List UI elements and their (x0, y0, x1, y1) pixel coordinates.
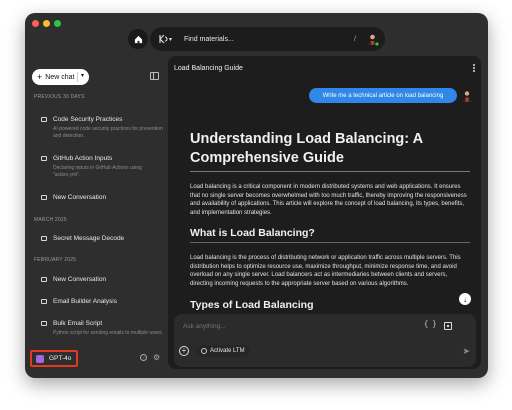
arrow-down-icon: ↓ (463, 294, 467, 304)
maximize-window-button[interactable] (54, 20, 61, 27)
article-heading: Understanding Load Balancing: A Comprehe… (190, 130, 470, 172)
add-attachment-icon[interactable]: + (179, 346, 189, 356)
code-icon[interactable]: { } (424, 321, 437, 329)
chat-item-new-conversation-2[interactable]: New Conversation (41, 276, 167, 283)
chat-item-title: New Conversation (53, 276, 107, 283)
chat-item-title: New Conversation (53, 194, 107, 201)
section-label: PREVIOUS 30 DAYS (34, 94, 85, 100)
button-divider (77, 72, 78, 82)
chat-bubble-icon (41, 156, 47, 161)
chat-item-secret-message[interactable]: Secret Message Decode (41, 235, 167, 242)
chat-item-title: Code Security Practices (53, 116, 123, 123)
ltm-toggle-icon (201, 348, 207, 354)
article-subheading: What is Load Balancing? (190, 227, 470, 243)
chat-panel: Load Balancing Guide Write me a technica… (168, 56, 481, 369)
new-chat-label: New chat (45, 73, 75, 81)
chat-item-title: GitHub Action Inputs (53, 155, 113, 162)
scroll-to-bottom-button[interactable]: ↓ (459, 293, 471, 305)
user-avatar-icon (368, 34, 379, 46)
chat-item-new-conversation[interactable]: New Conversation (41, 194, 167, 201)
chat-bubble-icon (41, 236, 47, 241)
user-message-avatar (462, 89, 472, 102)
gear-icon[interactable]: ⚙ (153, 353, 160, 362)
send-icon[interactable]: ➤ (462, 346, 470, 357)
sidebar: + New chat ▾ PREVIOUS 30 DAYS Code Secur… (25, 55, 173, 378)
search-bar[interactable]: ▾ Find materials... / (150, 27, 385, 51)
section-label: FEBRUARY 2025 (34, 257, 77, 263)
chat-item-desc: Declaring inputs in GitHub Actions using… (53, 165, 142, 178)
search-input[interactable]: Find materials... (184, 36, 354, 43)
new-chat-button[interactable]: + New chat ▾ (32, 69, 89, 85)
section-label: MARCH 2025 (34, 217, 67, 223)
home-button[interactable] (128, 29, 148, 49)
assistant-article: Understanding Load Balancing: A Comprehe… (190, 130, 470, 315)
chat-bubble-icon (41, 195, 47, 200)
plus-icon: + (37, 72, 43, 82)
chat-bubble-icon (41, 117, 47, 122)
help-icon[interactable]: ? (140, 354, 147, 361)
activate-ltm-button[interactable]: Activate LTM (196, 345, 250, 357)
chat-item-github-action[interactable]: GitHub Action Inputs Declaring inputs in… (41, 155, 167, 178)
model-icon (36, 354, 44, 363)
chat-item-title: Email Builder Analysis (53, 298, 117, 305)
scan-icon[interactable] (444, 322, 452, 330)
chat-item-code-security[interactable]: Code Security Practices AI-powered code … (41, 116, 167, 139)
search-shortcut-hint: / (354, 35, 356, 43)
chat-bubble-icon (41, 299, 47, 304)
conversation-title: Load Balancing Guide (174, 65, 243, 72)
chat-bubble-icon (41, 277, 47, 282)
message-input[interactable] (183, 323, 413, 330)
user-avatar-icon (462, 91, 472, 102)
brand-logo-icon (159, 34, 168, 44)
new-chat-options-chevron-icon[interactable]: ▾ (81, 72, 84, 79)
chat-item-desc: Python script for sending emails to mult… (53, 330, 164, 336)
model-label: GPT-4o (49, 355, 72, 362)
user-avatar[interactable] (366, 33, 379, 46)
window-controls (32, 20, 61, 27)
chat-item-email-builder[interactable]: Email Builder Analysis (41, 298, 167, 305)
chevron-down-icon: ▾ (169, 36, 173, 43)
app-window: ▾ Find materials... / + New chat ▾ PREVI… (25, 13, 488, 378)
article-intro: Load balancing is a critical component i… (190, 184, 467, 217)
article-paragraph: Load balancing is the process of distrib… (190, 254, 461, 287)
chat-bubble-icon (41, 321, 47, 326)
sidebar-collapse-icon[interactable] (150, 72, 159, 80)
close-window-button[interactable] (32, 20, 39, 27)
chat-item-bulk-email[interactable]: Bulk Email Script Python script for send… (41, 320, 167, 337)
article-subheading: Types of Load Balancing (190, 299, 470, 315)
home-icon (134, 35, 142, 43)
chat-item-title: Secret Message Decode (53, 235, 125, 242)
workspace-switcher[interactable]: ▾ (158, 34, 172, 44)
chat-item-title: Bulk Email Script (53, 320, 103, 327)
more-options-icon[interactable] (473, 64, 475, 72)
minimize-window-button[interactable] (43, 20, 50, 27)
model-selector-button[interactable]: GPT-4o (30, 350, 78, 367)
user-message-bubble: Write me a technical article on load bal… (309, 88, 457, 103)
message-composer: { } + Activate LTM ➤ (174, 314, 476, 367)
ltm-label: Activate LTM (210, 348, 245, 354)
chat-item-desc: AI-powered code security practices for p… (53, 126, 163, 139)
